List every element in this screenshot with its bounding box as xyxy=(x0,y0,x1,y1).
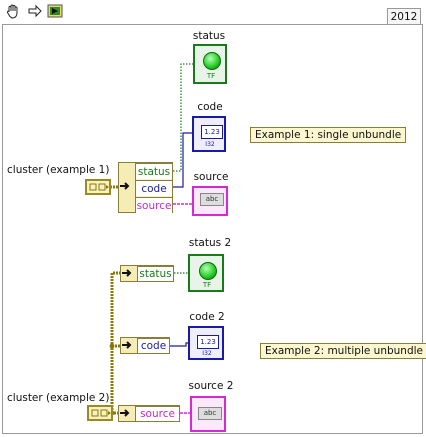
status2-indicator-terminal[interactable]: TF xyxy=(188,254,224,292)
source-indicator-terminal[interactable]: abc xyxy=(192,186,228,216)
numeric-display: 1.23 xyxy=(197,335,219,349)
example-1-label: Example 1: single unbundle xyxy=(250,127,407,143)
numeric-type-label: I32 xyxy=(202,350,212,357)
string-display: abc xyxy=(198,407,222,420)
cluster-wire-2[interactable] xyxy=(108,271,120,415)
wire-junction xyxy=(109,343,115,349)
source-indicator-label: source xyxy=(193,171,229,183)
unbundle-field-code: code xyxy=(136,180,172,196)
unbundle-field-source: source xyxy=(136,197,172,213)
unbundle-field-source: source xyxy=(136,406,179,421)
cluster-control-label-1: cluster (example 1) xyxy=(7,164,110,176)
code2-indicator-label: code 2 xyxy=(189,311,225,323)
unbundle-field-code: code xyxy=(138,338,169,353)
unbundle-input-arrow-icon xyxy=(122,269,132,277)
code2-indicator-terminal[interactable]: 1.23 I32 xyxy=(188,326,224,360)
unbundle-input-arrow-icon xyxy=(122,341,132,349)
numeric-display: 1.23 xyxy=(201,125,223,139)
unbundle-field-status: status xyxy=(138,266,173,281)
source2-indicator-label: source 2 xyxy=(188,380,234,392)
unbundle-field-status: status xyxy=(136,163,172,179)
status-indicator-label: status xyxy=(192,30,226,42)
unbundle-input-arrow-icon xyxy=(120,182,130,190)
example-2-label: Example 2: multiple unbundle xyxy=(260,343,426,359)
code-indicator-terminal[interactable]: 1.23 I32 xyxy=(192,116,226,152)
numeric-type-label: I32 xyxy=(205,141,215,148)
status-indicator-terminal[interactable]: TF xyxy=(193,44,227,84)
led-icon xyxy=(199,262,217,280)
status2-indicator-label: status 2 xyxy=(188,237,232,249)
bool-type-label: TF xyxy=(206,72,216,80)
cluster-control-terminal-1[interactable] xyxy=(85,179,111,195)
cluster-control-label-2: cluster (example 2) xyxy=(7,392,110,404)
string-display: abc xyxy=(200,193,224,206)
unbundle-input-arrow-icon xyxy=(120,409,130,417)
led-icon xyxy=(203,52,221,70)
code-indicator-label: code xyxy=(197,101,223,113)
cluster-control-terminal-2[interactable] xyxy=(87,405,113,421)
code-wire-1[interactable] xyxy=(173,132,192,188)
source2-indicator-terminal[interactable]: abc xyxy=(190,396,226,432)
bool-type-label: TF xyxy=(202,281,212,289)
